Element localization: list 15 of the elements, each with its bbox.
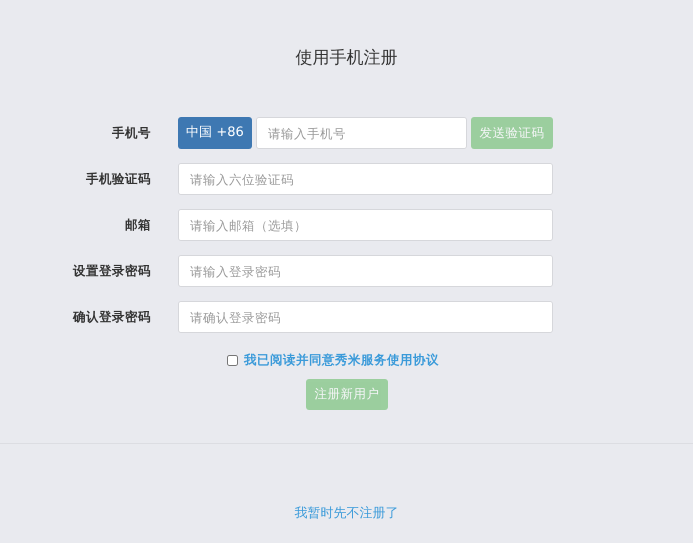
field-label: 手机验证码 [85,170,152,188]
input-field[interactable]: 请输入手机号 [256,117,467,149]
skip-link[interactable]: 我暂时先不注册了 [294,506,398,521]
country-code-button[interactable]: 中国 +86 [178,117,252,149]
field-label: 确认登录密码 [72,308,152,326]
agreement-checkbox[interactable] [227,354,238,366]
page-title: 使用手机注册 [294,47,398,70]
input-field[interactable]: 请输入邮箱（选填） [178,209,553,241]
input-field[interactable]: 请确认登录密码 [178,301,553,333]
input-field[interactable]: 请输入登录密码 [178,255,553,287]
input-field[interactable]: 请输入六位验证码 [178,163,553,195]
field-label: 手机号 [111,124,152,142]
field-label: 设置登录密码 [72,262,152,280]
field-label: 邮箱 [124,216,152,234]
agreement-link[interactable]: 我已阅读并同意秀米服务使用协议 [244,350,439,370]
